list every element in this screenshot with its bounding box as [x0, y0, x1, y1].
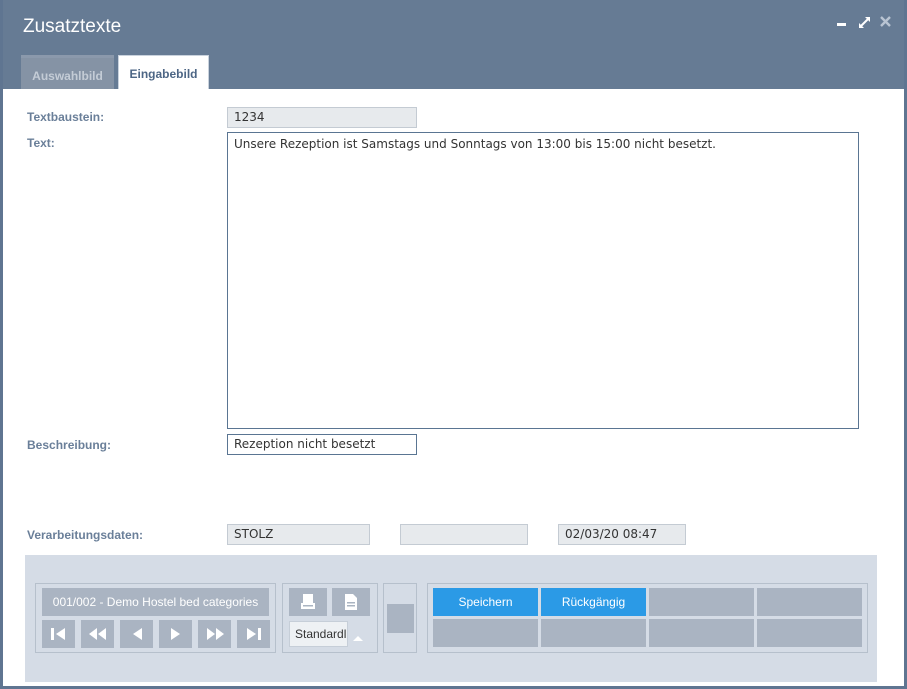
action-group: Speichern Rückgängig	[427, 583, 868, 653]
document-icon[interactable]	[332, 588, 370, 616]
textbaustein-field[interactable]: 1234	[227, 107, 417, 128]
textbaustein-label: Textbaustein:	[27, 110, 105, 124]
verarbeitung-user-field: STOLZ	[227, 524, 370, 545]
text-area[interactable]: Unsere Rezeption ist Samstags und Sonnta…	[227, 132, 859, 429]
extra-button[interactable]	[387, 604, 414, 633]
tab-auswahlbild[interactable]: Auswahlbild	[21, 55, 114, 89]
text-label: Text:	[27, 136, 55, 150]
empty-action-button	[757, 588, 862, 616]
record-navigation: 001/002 - Demo Hostel bed categories	[35, 583, 276, 653]
fast-forward-icon[interactable]	[198, 620, 231, 648]
spacer-group	[383, 583, 417, 653]
undo-button[interactable]: Rückgängig	[541, 588, 646, 616]
title-bar: Zusatztexte Auswahlbild Eingabebild	[3, 0, 904, 89]
empty-action-button	[541, 619, 646, 647]
next-icon[interactable]	[159, 620, 192, 648]
print-icon[interactable]	[289, 588, 327, 616]
verarbeitung-datetime-field: 02/03/20 08:47	[558, 524, 686, 545]
last-icon[interactable]	[237, 620, 270, 648]
tab-eingabebild[interactable]: Eingabebild	[118, 55, 209, 89]
record-label: 001/002 - Demo Hostel bed categories	[42, 588, 269, 616]
empty-action-button	[649, 588, 754, 616]
beschreibung-label: Beschreibung:	[27, 438, 112, 452]
verarbeitung-blank-field	[400, 524, 528, 545]
beschreibung-field[interactable]: Rezeption nicht besetzt	[227, 434, 417, 455]
save-button[interactable]: Speichern	[433, 588, 538, 616]
window-title: Zusatztexte	[23, 16, 122, 37]
minimize-icon[interactable]	[834, 14, 850, 30]
verarbeitungsdaten-label: Verarbeitungsdaten:	[27, 528, 144, 542]
empty-action-button	[757, 619, 862, 647]
close-icon[interactable]	[878, 14, 894, 30]
prev-icon[interactable]	[120, 620, 153, 648]
window: Zusatztexte Auswahlbild Eingabebild Text…	[0, 0, 907, 689]
empty-action-button	[649, 619, 754, 647]
footer-toolbar: 001/002 - Demo Hostel bed categories Sta…	[25, 555, 877, 682]
chevron-up-icon[interactable]	[353, 630, 363, 644]
layout-select[interactable]: Standardli	[289, 621, 348, 647]
print-group: Standardli	[282, 583, 378, 653]
fast-back-icon[interactable]	[81, 620, 114, 648]
empty-action-button	[433, 619, 538, 647]
first-icon[interactable]	[42, 620, 75, 648]
maximize-icon[interactable]	[857, 14, 873, 30]
